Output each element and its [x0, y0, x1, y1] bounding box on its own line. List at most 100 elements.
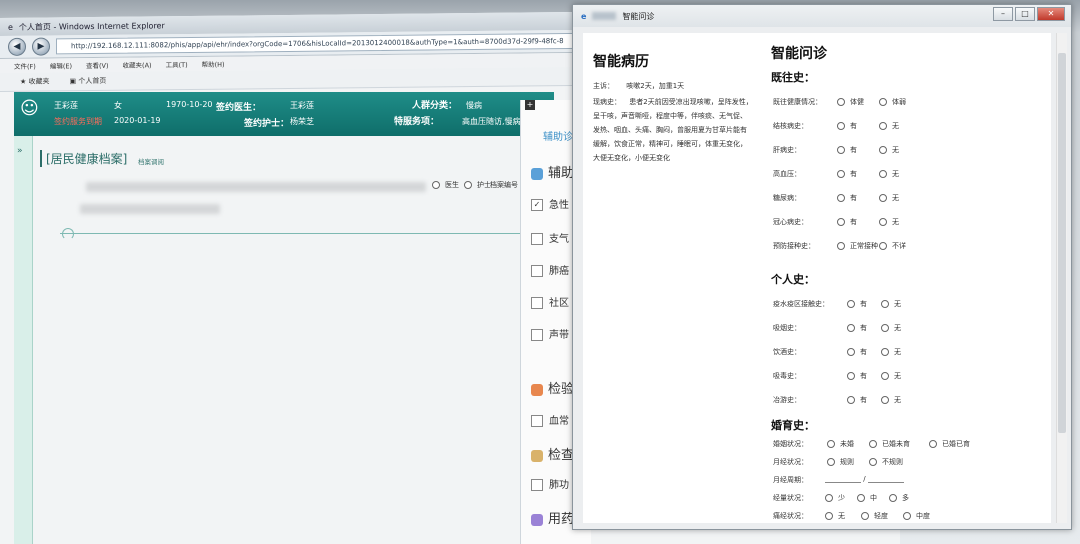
radio-option[interactable]: 无	[879, 121, 899, 131]
radio-doctor[interactable]: 医生	[432, 180, 459, 190]
question-label: 疫水疫区接触史：	[773, 300, 829, 308]
radio-option[interactable]: 少	[825, 493, 845, 503]
radio-option[interactable]: 有	[847, 371, 867, 381]
radio-option[interactable]: 中	[857, 493, 877, 503]
question-row: 高血压： 有 无	[771, 165, 1051, 189]
radio-icon	[881, 348, 889, 356]
complaint-text: 咳嗽2天，加重1天	[626, 82, 685, 90]
expand-icon[interactable]: »	[17, 146, 23, 156]
item-blood[interactable]: 血常	[531, 412, 569, 427]
menu-help[interactable]: 帮助(H)	[202, 59, 225, 69]
period-days-input[interactable]	[825, 475, 861, 483]
radio-option[interactable]: 无	[879, 145, 899, 155]
question-label: 婚姻状况：	[773, 440, 808, 448]
radio-option[interactable]: 有	[847, 347, 867, 357]
radio-record-id[interactable]: 档案编号	[490, 180, 518, 190]
menu-tools[interactable]: 工具(T)	[166, 59, 188, 69]
radio-option[interactable]: 多	[889, 493, 909, 503]
radio-icon	[837, 194, 845, 202]
item-acute[interactable]: ✓ 急性	[531, 196, 569, 211]
left-rail: »	[14, 136, 33, 544]
period-cycle-input[interactable]	[867, 475, 904, 483]
tab-assist[interactable]: 辅助诊	[543, 128, 573, 143]
radio-option[interactable]: 无	[881, 323, 901, 333]
radio-option[interactable]: 中度	[903, 511, 930, 521]
maximize-button[interactable]: □	[1015, 7, 1035, 21]
checkbox-checked-icon: ✓	[531, 199, 543, 211]
radio-option[interactable]: 无	[879, 169, 899, 179]
menu-favorites[interactable]: 收藏夹(A)	[123, 59, 152, 69]
service-label: 特服务项：	[394, 117, 440, 127]
radio-nurse[interactable]: 护士	[464, 180, 491, 190]
minimize-button[interactable]: –	[993, 7, 1013, 21]
marriage-history-heading: 婚育史：	[771, 419, 815, 432]
item-lung-function[interactable]: 肺功	[531, 476, 569, 491]
smart-consult-column: 智能问诊 既往史： 既往健康情况： 体健 体弱 结核病史：有无肝病史：有无高血压：有无…	[771, 43, 1051, 525]
crowd-label: 人群分类：	[412, 101, 458, 111]
radio-option[interactable]: 无	[881, 347, 901, 357]
forward-icon[interactable]: ▶	[32, 37, 50, 56]
item-bronch[interactable]: 支气	[531, 230, 569, 245]
url-input[interactable]: http://192.168.12.111:8082/phis/app/api/…	[56, 32, 592, 55]
screen: e 个人首页 - Windows Internet Explorer ◀ ▶ h…	[0, 0, 1080, 544]
radio-option[interactable]: 有	[847, 395, 867, 405]
radio-option[interactable]: 不详	[879, 241, 906, 251]
item-community[interactable]: 社区	[531, 294, 569, 309]
tab-home[interactable]: ▣ 个人首页	[70, 76, 107, 86]
record-subtitle[interactable]: 档案调阅	[138, 156, 164, 166]
radio-option[interactable]: 不规则	[869, 457, 903, 467]
radio-option[interactable]: 有	[837, 193, 857, 203]
ie-logo-icon: e	[8, 22, 13, 32]
radio-option[interactable]: 有	[837, 121, 857, 131]
question-label: 饮酒史：	[773, 348, 801, 356]
radio-option[interactable]: 规则	[827, 457, 854, 467]
patient-info-bar: ☺ 王彩莲 签约服务到期 女 2020-01-19 1970-10-20 签约医…	[14, 92, 554, 136]
menu-edit[interactable]: 编辑(E)	[50, 60, 72, 70]
radio-option[interactable]: 无	[881, 395, 901, 405]
question-label: 冠心病史：	[773, 218, 808, 226]
radio-icon	[879, 122, 887, 130]
blurred-field	[80, 204, 220, 214]
radio-option[interactable]: 无	[879, 193, 899, 203]
radio-option[interactable]: 无	[881, 371, 901, 381]
record-date: 2020-01-19	[114, 116, 161, 125]
radio-option[interactable]: 未婚	[827, 439, 854, 449]
menu-file[interactable]: 文件(F)	[14, 61, 36, 71]
radio-icon	[879, 242, 887, 250]
radio-option[interactable]: 已婚已育	[929, 439, 970, 449]
smart-consult-dialog: e 智能问诊 – □ ✕ 智能病历 主诉： 咳嗽2天，加重1天 现病史： 患者2…	[572, 4, 1072, 530]
radio-option[interactable]: 有	[847, 299, 867, 309]
radio-icon	[861, 512, 869, 520]
close-button[interactable]: ✕	[1037, 7, 1065, 21]
question-label: 月经状况：	[773, 458, 808, 466]
item-lung-cancer[interactable]: 肺癌	[531, 262, 569, 277]
radio-option[interactable]: 有	[837, 169, 857, 179]
personal-history-heading: 个人史：	[771, 273, 815, 286]
radio-option[interactable]: 无	[825, 511, 845, 521]
radio-option[interactable]: 体弱	[879, 97, 906, 107]
radio-option[interactable]: 已婚未育	[869, 439, 910, 449]
radio-icon	[879, 98, 887, 106]
radio-option[interactable]: 体健	[837, 97, 864, 107]
favorites-button[interactable]: ★ 收藏夹	[20, 76, 50, 86]
record-title: [居民健康档案]	[40, 150, 127, 167]
complaint-row: 主诉： 咳嗽2天，加重1天	[593, 82, 685, 90]
radio-option[interactable]: 正常接种	[837, 241, 878, 251]
back-icon[interactable]: ◀	[8, 37, 26, 56]
dialog-scrollbar[interactable]	[1056, 33, 1067, 523]
radio-icon	[857, 494, 865, 502]
drug-icon	[531, 513, 543, 526]
radio-option[interactable]: 无	[881, 299, 901, 309]
item-vocal[interactable]: 声带	[531, 326, 569, 341]
radio-option[interactable]: 轻度	[861, 511, 888, 521]
menu-view[interactable]: 查看(V)	[86, 60, 109, 70]
panel-toggle-icon[interactable]: +	[525, 100, 535, 110]
scrollbar-thumb[interactable]	[1058, 53, 1066, 433]
radio-option[interactable]: 有	[837, 217, 857, 227]
question-row: 冠心病史： 有 无	[771, 213, 1051, 237]
radio-option[interactable]: 无	[879, 217, 899, 227]
question-row: 预防接种史： 正常接种 不详	[771, 237, 1051, 261]
radio-option[interactable]: 有	[847, 323, 867, 333]
smart-record-heading: 智能病历	[593, 54, 649, 70]
radio-option[interactable]: 有	[837, 145, 857, 155]
